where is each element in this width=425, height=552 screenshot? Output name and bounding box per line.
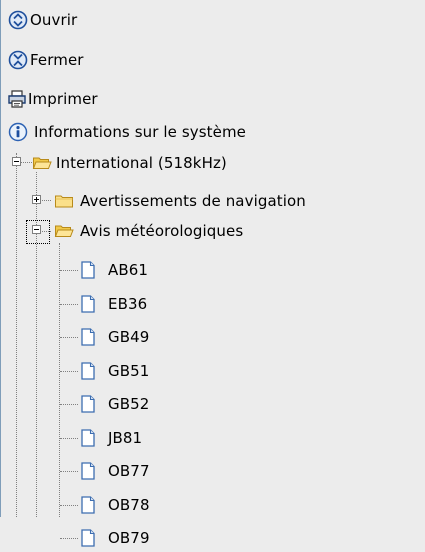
tree-connector xyxy=(60,404,78,405)
tree-connector xyxy=(60,471,78,472)
document-icon xyxy=(78,327,98,347)
tree-leaf-label: EB36 xyxy=(108,294,148,313)
tree-connector xyxy=(60,504,78,506)
tree-leaf-label: OB78 xyxy=(108,495,150,514)
folder-open-icon xyxy=(32,153,52,173)
tree-node-label: Avertissements de navigation xyxy=(80,192,306,210)
tree-connector xyxy=(21,162,32,163)
document-icon xyxy=(78,394,98,414)
tree-node-label: Avis météorologiques xyxy=(80,222,244,240)
tree-leaf-label: GB52 xyxy=(108,395,150,413)
document-icon xyxy=(78,528,98,548)
collapse-toggle-icon[interactable] xyxy=(12,157,21,166)
tree-connector xyxy=(60,538,78,539)
tree-line-level2 xyxy=(59,243,60,517)
tree-line-root xyxy=(16,153,17,517)
info-icon xyxy=(8,122,28,142)
close-action-label: Fermer xyxy=(30,51,84,69)
open-action-label: Ouvrir xyxy=(30,11,78,29)
expand-toggle-icon[interactable] xyxy=(32,195,41,204)
tree-connector xyxy=(60,270,78,271)
document-icon xyxy=(78,294,98,314)
printer-icon xyxy=(7,89,27,109)
tree-leaf-label: AB61 xyxy=(108,261,149,279)
tree-connector xyxy=(60,303,78,305)
document-icon xyxy=(78,260,98,280)
tree-leaf-label: GB51 xyxy=(108,361,150,380)
tree-connector xyxy=(60,437,78,439)
tree-leaf-label: JB81 xyxy=(108,428,143,447)
document-icon xyxy=(78,495,98,515)
tree-leaf-label: OB77 xyxy=(108,462,150,480)
panel-left-border xyxy=(0,0,1,517)
document-icon xyxy=(78,361,98,381)
print-action-label: Imprimer xyxy=(28,90,98,108)
folder-open-icon xyxy=(54,221,74,241)
tree-connector xyxy=(60,337,78,338)
folder-icon xyxy=(54,191,74,211)
tree-leaf-label: OB79 xyxy=(108,529,150,547)
tree-connector xyxy=(40,200,51,201)
document-icon xyxy=(78,428,98,448)
system-info-label: Informations sur le système xyxy=(34,123,246,141)
tree-connector xyxy=(60,370,78,372)
document-icon xyxy=(78,461,98,481)
collapse-toggle-icon[interactable] xyxy=(32,225,41,234)
tree-node-label: International (518kHz) xyxy=(56,154,227,172)
tree-leaf-label: GB49 xyxy=(108,328,150,346)
collapse-all-icon xyxy=(8,50,28,70)
expand-all-icon xyxy=(8,10,28,30)
